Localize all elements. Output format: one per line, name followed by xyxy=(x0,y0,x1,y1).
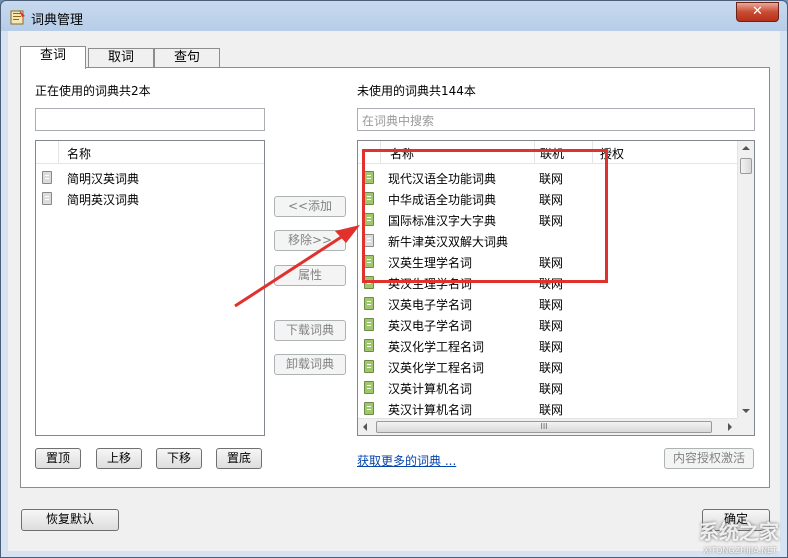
dictionary-icon xyxy=(364,360,374,373)
unused-dict-list[interactable]: 名称 联机 授权 现代汉语全功能词典 联网 中华成语全功能词典 联网 国际标准汉字大字典… xyxy=(357,140,755,436)
dict-online-status: 联网 xyxy=(539,214,564,228)
properties-button[interactable]: 属性 xyxy=(274,265,346,286)
table-row[interactable]: 英汉计算机名词 联网 xyxy=(358,398,754,419)
watermark-logo: 系统之家 xyxy=(699,520,779,544)
dict-name: 现代汉语全功能词典 xyxy=(388,172,497,186)
column-name: 名称 xyxy=(390,147,415,161)
vertical-scrollbar[interactable] xyxy=(737,141,754,418)
scroll-right-icon[interactable] xyxy=(728,423,732,431)
list-header: 名称 联机 授权 xyxy=(358,141,754,164)
dictionary-icon xyxy=(364,318,374,331)
get-more-dicts-link[interactable]: 获取更多的词典 ... xyxy=(357,452,456,469)
scroll-down-icon[interactable] xyxy=(742,409,750,413)
dict-name: 国际标准汉字大字典 xyxy=(388,214,497,228)
move-bottom-button[interactable]: 置底 xyxy=(216,448,262,469)
dict-name: 新牛津英汉双解大词典 xyxy=(388,235,509,249)
dict-online-status: 联网 xyxy=(539,403,564,417)
dictionary-icon xyxy=(42,192,52,205)
move-down-button[interactable]: 下移 xyxy=(156,448,202,469)
table-row[interactable]: 汉英化学工程名词 联网 xyxy=(358,356,754,377)
dialog-body: 查词 取词 查句 正在使用的词典共2本 名称 简明汉英词典 简明英汉词典 置顶 … xyxy=(8,31,780,551)
table-row[interactable]: 现代汉语全功能词典 联网 xyxy=(358,167,754,188)
close-button[interactable]: ✕ xyxy=(736,2,779,22)
dictionary-icon xyxy=(364,171,374,184)
table-row[interactable]: 中华成语全功能词典 联网 xyxy=(358,188,754,209)
dictionary-icon xyxy=(364,339,374,352)
dictionary-icon xyxy=(364,192,374,205)
dict-name: 中华成语全功能词典 xyxy=(388,193,497,207)
scroll-up-icon[interactable] xyxy=(742,146,750,150)
dictionary-icon xyxy=(364,402,374,415)
column-online: 联机 xyxy=(540,147,565,161)
table-row[interactable]: 汉英生理学名词 联网 xyxy=(358,251,754,272)
add-button[interactable]: <<添加 xyxy=(274,196,346,217)
table-row[interactable]: 汉英电子学名词 联网 xyxy=(358,293,754,314)
close-icon: ✕ xyxy=(752,4,763,19)
dict-online-status: 联网 xyxy=(539,298,564,312)
dictionary-icon xyxy=(364,381,374,394)
dict-online-status: 联网 xyxy=(539,277,564,291)
unused-dicts-heading: 未使用的词典共144本 xyxy=(357,84,476,98)
column-name: 名称 xyxy=(67,147,92,161)
title-bar[interactable]: 词典管理 ✕ xyxy=(1,1,787,31)
scroll-left-icon[interactable] xyxy=(363,423,367,431)
table-row[interactable]: 英汉化学工程名词 联网 xyxy=(358,335,754,356)
table-row[interactable]: 汉英计算机名词 联网 xyxy=(358,377,754,398)
active-dicts-heading: 正在使用的词典共2本 xyxy=(35,84,151,98)
dictionary-icon xyxy=(364,234,374,247)
tab-capture-word[interactable]: 取词 xyxy=(88,48,154,68)
dict-search-input[interactable]: 在词典中搜索 xyxy=(357,108,755,131)
restore-default-button[interactable]: 恢复默认 xyxy=(21,509,119,531)
tab-panel: 正在使用的词典共2本 名称 简明汉英词典 简明英汉词典 置顶 上移 下移 置底 … xyxy=(20,67,770,488)
remove-button[interactable]: 移除>> xyxy=(274,230,346,251)
list-item[interactable]: 简明汉英词典 xyxy=(36,167,264,188)
dict-online-status: 联网 xyxy=(539,172,564,186)
active-dict-filter-input[interactable] xyxy=(35,108,265,131)
dictionary-icon xyxy=(364,276,374,289)
dict-name: 英汉生理学名词 xyxy=(388,277,473,291)
dictionary-icon xyxy=(364,213,374,226)
watermark-url: XITONGZHIJIA.NET xyxy=(703,546,777,555)
dict-name: 英汉计算机名词 xyxy=(388,403,473,417)
list-item[interactable]: 简明英汉词典 xyxy=(36,188,264,209)
dict-online-status: 联网 xyxy=(539,319,564,333)
dict-online-status: 联网 xyxy=(539,193,564,207)
horizontal-scrollbar[interactable]: III xyxy=(358,418,737,435)
table-row[interactable]: 新牛津英汉双解大词典 xyxy=(358,230,754,251)
app-icon xyxy=(10,10,25,25)
dict-name: 英汉电子学名词 xyxy=(388,319,473,333)
dictionary-icon xyxy=(364,255,374,268)
active-dict-list[interactable]: 名称 简明汉英词典 简明英汉词典 xyxy=(35,140,265,436)
uninstall-dict-button[interactable]: 卸载词典 xyxy=(274,354,346,375)
dict-online-status: 联网 xyxy=(539,361,564,375)
dict-name: 汉英计算机名词 xyxy=(388,382,473,396)
tab-lookup-word[interactable]: 查词 xyxy=(20,46,86,69)
tab-lookup-sentence[interactable]: 查句 xyxy=(154,48,220,68)
dict-name: 英汉化学工程名词 xyxy=(388,340,485,354)
dictionary-manager-window: 词典管理 ✕ 查词 取词 查句 正在使用的词典共2本 名称 简明汉英词典 简明英… xyxy=(0,0,788,558)
column-authorization: 授权 xyxy=(600,147,625,161)
dict-name: 汉英化学工程名词 xyxy=(388,361,485,375)
table-row[interactable]: 国际标准汉字大字典 联网 xyxy=(358,209,754,230)
download-dict-button[interactable]: 下载词典 xyxy=(274,320,346,341)
dictionary-icon xyxy=(42,171,52,184)
dict-name: 汉英生理学名词 xyxy=(388,256,473,270)
table-row[interactable]: 英汉电子学名词 联网 xyxy=(358,314,754,335)
dict-online-status: 联网 xyxy=(539,340,564,354)
dictionary-icon xyxy=(364,297,374,310)
dict-online-status: 联网 xyxy=(539,382,564,396)
move-up-button[interactable]: 上移 xyxy=(96,448,142,469)
window-title: 词典管理 xyxy=(31,13,84,28)
activate-license-button[interactable]: 内容授权激活 xyxy=(664,448,754,469)
hscroll-thumb[interactable]: III xyxy=(376,421,712,433)
move-top-button[interactable]: 置顶 xyxy=(35,448,81,469)
table-row[interactable]: 英汉生理学名词 联网 xyxy=(358,272,754,293)
dict-online-status: 联网 xyxy=(539,256,564,270)
list-header: 名称 xyxy=(36,141,264,164)
dict-name: 汉英电子学名词 xyxy=(388,298,473,312)
scroll-thumb[interactable] xyxy=(740,158,752,174)
